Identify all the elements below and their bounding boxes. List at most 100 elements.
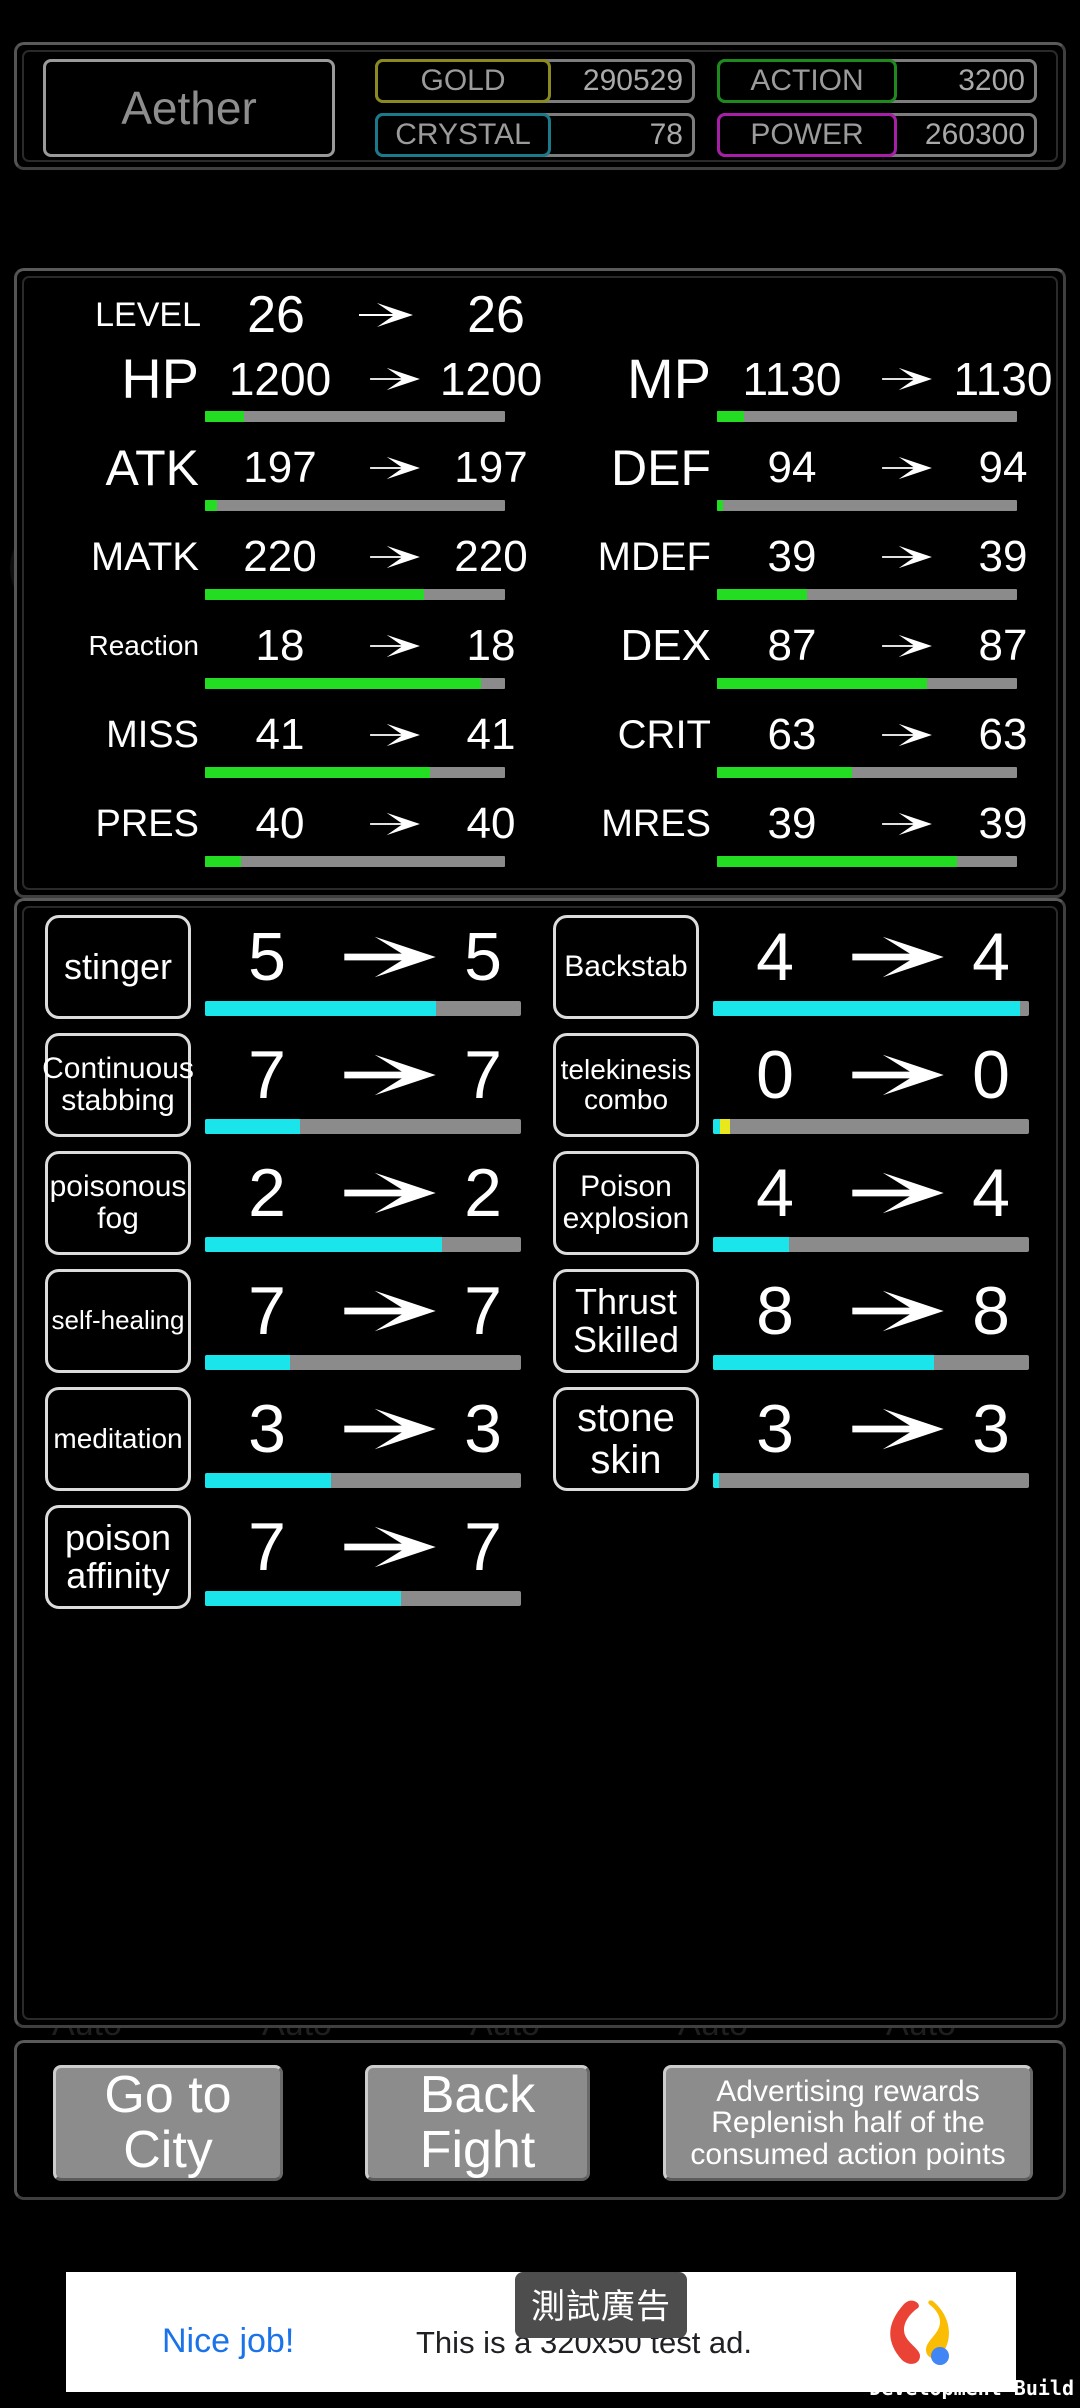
stat-label: ATK — [105, 440, 199, 496]
stat-label: MRES — [601, 803, 711, 845]
back-fight-button[interactable]: Back Fight — [365, 2065, 590, 2181]
stat-value-to: 87 — [978, 621, 1028, 670]
skill-name-button[interactable]: Backstab — [553, 915, 699, 1019]
arrow-right-icon — [867, 438, 947, 498]
advertising-rewards-button[interactable]: Advertising rewards Replenish half of th… — [663, 2065, 1033, 2181]
skill-progress-bar — [713, 1001, 1029, 1016]
arrow-right-icon — [867, 794, 947, 854]
stats-column-right: MP 1130 1130 DEF 94 94 MDEF 39 39 DEX 87 87 CRIT 63 63… — [551, 271, 1063, 895]
resource-label: GOLD — [375, 59, 551, 103]
stat-value-from: 40 — [255, 799, 305, 848]
arrow-right-icon — [843, 1389, 953, 1469]
skill-name-button[interactable]: poisonous fog — [45, 1151, 191, 1255]
arrow-right-icon — [843, 917, 953, 997]
skill-value-to: 0 — [972, 1037, 1010, 1113]
stat-value-to: 220 — [454, 532, 528, 581]
skill-row-thrust-skilled: Thrust Skilled 8 8 — [537, 1265, 1045, 1383]
skills-column-left: stinger 5 5 Continuous stabbing 7 7 poisonous … — [29, 911, 537, 2011]
skill-bar-tick — [720, 1119, 730, 1134]
skill-value-from: 0 — [756, 1037, 794, 1113]
skill-value-to: 3 — [464, 1391, 502, 1467]
arrow-right-icon — [843, 1153, 953, 1233]
stat-progress-bar — [717, 856, 1017, 867]
skill-value-to: 3 — [972, 1391, 1010, 1467]
stat-row-crit: CRIT 63 63 — [551, 705, 1063, 779]
stat-row-matk: MATK 220 220 — [39, 527, 551, 601]
go-to-city-button[interactable]: Go to City — [53, 2065, 283, 2181]
skill-name-button[interactable]: Poison explosion — [553, 1151, 699, 1255]
resource-label: CRYSTAL — [375, 113, 551, 157]
skill-name-button[interactable]: meditation — [45, 1387, 191, 1491]
skill-progress-bar — [205, 1119, 521, 1134]
skill-name-button[interactable]: Thrust Skilled — [553, 1269, 699, 1373]
arrow-right-icon — [355, 527, 435, 587]
stat-value-from: 63 — [767, 710, 817, 759]
skill-row-poisonous-fog: poisonous fog 2 2 — [29, 1147, 537, 1265]
arrow-right-icon — [355, 349, 435, 409]
resource-crystal[interactable]: CRYSTAL 78 — [375, 113, 695, 157]
stat-row-mp: MP 1130 1130 — [551, 349, 1063, 423]
stat-label: CRIT — [617, 713, 711, 757]
skill-progress-bar — [713, 1355, 1029, 1370]
stat-progress-bar — [205, 500, 505, 511]
resource-value: 290529 — [582, 64, 683, 97]
skill-name-button[interactable]: stinger — [45, 915, 191, 1019]
stat-value-to: 41 — [466, 710, 516, 759]
skill-value-to: 2 — [464, 1155, 502, 1231]
skill-progress-bar — [713, 1237, 1029, 1252]
stat-value-to: 39 — [978, 799, 1028, 848]
resource-value: 3200 — [958, 64, 1025, 97]
skill-value-to: 7 — [464, 1273, 502, 1349]
stat-progress-bar — [205, 589, 505, 600]
resource-action[interactable]: ACTION 3200 — [717, 59, 1037, 103]
resource-power[interactable]: POWER 260300 — [717, 113, 1037, 157]
development-build-watermark: Development Build — [869, 2376, 1074, 2400]
skill-value-from: 5 — [248, 919, 286, 995]
stat-progress-bar — [717, 411, 1017, 422]
stat-value-to: 40 — [466, 799, 516, 848]
stat-value-to: 39 — [978, 532, 1028, 581]
skill-value-to: 7 — [464, 1509, 502, 1585]
resource-label: POWER — [717, 113, 897, 157]
skill-value-from: 8 — [756, 1273, 794, 1349]
stat-value-from: 87 — [767, 621, 817, 670]
skill-name-button[interactable]: self-healing — [45, 1269, 191, 1373]
stat-value-from: 39 — [767, 799, 817, 848]
hero-name-box[interactable]: Aether — [43, 59, 335, 157]
resource-gold[interactable]: GOLD 290529 — [375, 59, 695, 103]
stats-panel: LEVEL 26 26 HP 1200 1200 ATK 197 197 MATK 220 22… — [14, 268, 1066, 898]
skill-progress-bar — [205, 1001, 521, 1016]
skill-progress-bar — [205, 1591, 521, 1606]
arrow-right-icon — [867, 705, 947, 765]
arrow-right-icon — [867, 616, 947, 676]
stat-value-from: 220 — [243, 532, 317, 581]
stat-value-from: 39 — [767, 532, 817, 581]
ad-banner[interactable]: Nice job! This is a 320x50 test ad. 測試廣告 — [66, 2272, 1016, 2392]
skill-progress-bar — [205, 1355, 521, 1370]
stat-row-mdef: MDEF 39 39 — [551, 527, 1063, 601]
stat-label: Reaction — [88, 630, 199, 661]
skill-row-continuous-stabbing: Continuous stabbing 7 7 — [29, 1029, 537, 1147]
ad-test-badge: 測試廣告 — [515, 2272, 687, 2338]
header-panel: Aether GOLD 290529 ACTION 3200 CRYSTAL 78 POWE… — [14, 42, 1066, 170]
stat-row-pres: PRES 40 40 — [39, 794, 551, 868]
skill-progress-bar — [713, 1119, 1029, 1134]
skill-value-from: 7 — [248, 1509, 286, 1585]
stat-row-mres: MRES 39 39 — [551, 794, 1063, 868]
stat-row-miss: MISS 41 41 — [39, 705, 551, 779]
arrow-right-icon — [867, 527, 947, 587]
skill-value-to: 7 — [464, 1037, 502, 1113]
resource-label: ACTION — [717, 59, 897, 103]
resource-value: 78 — [649, 118, 683, 151]
stat-progress-bar — [717, 767, 1017, 778]
stat-value-from: 197 — [243, 443, 317, 492]
arrow-right-icon — [335, 1035, 445, 1115]
skill-name-button[interactable]: Continuous stabbing — [42, 1033, 194, 1137]
skill-name-button[interactable]: telekinesis combo — [553, 1033, 699, 1137]
admob-icon — [890, 2300, 949, 2365]
skill-name-button[interactable]: poison affinity — [45, 1505, 191, 1609]
arrow-right-icon — [335, 1507, 445, 1587]
skill-name-button[interactable]: stone skin — [553, 1387, 699, 1491]
stat-label: MISS — [106, 714, 199, 756]
skill-progress-bar — [205, 1473, 521, 1488]
